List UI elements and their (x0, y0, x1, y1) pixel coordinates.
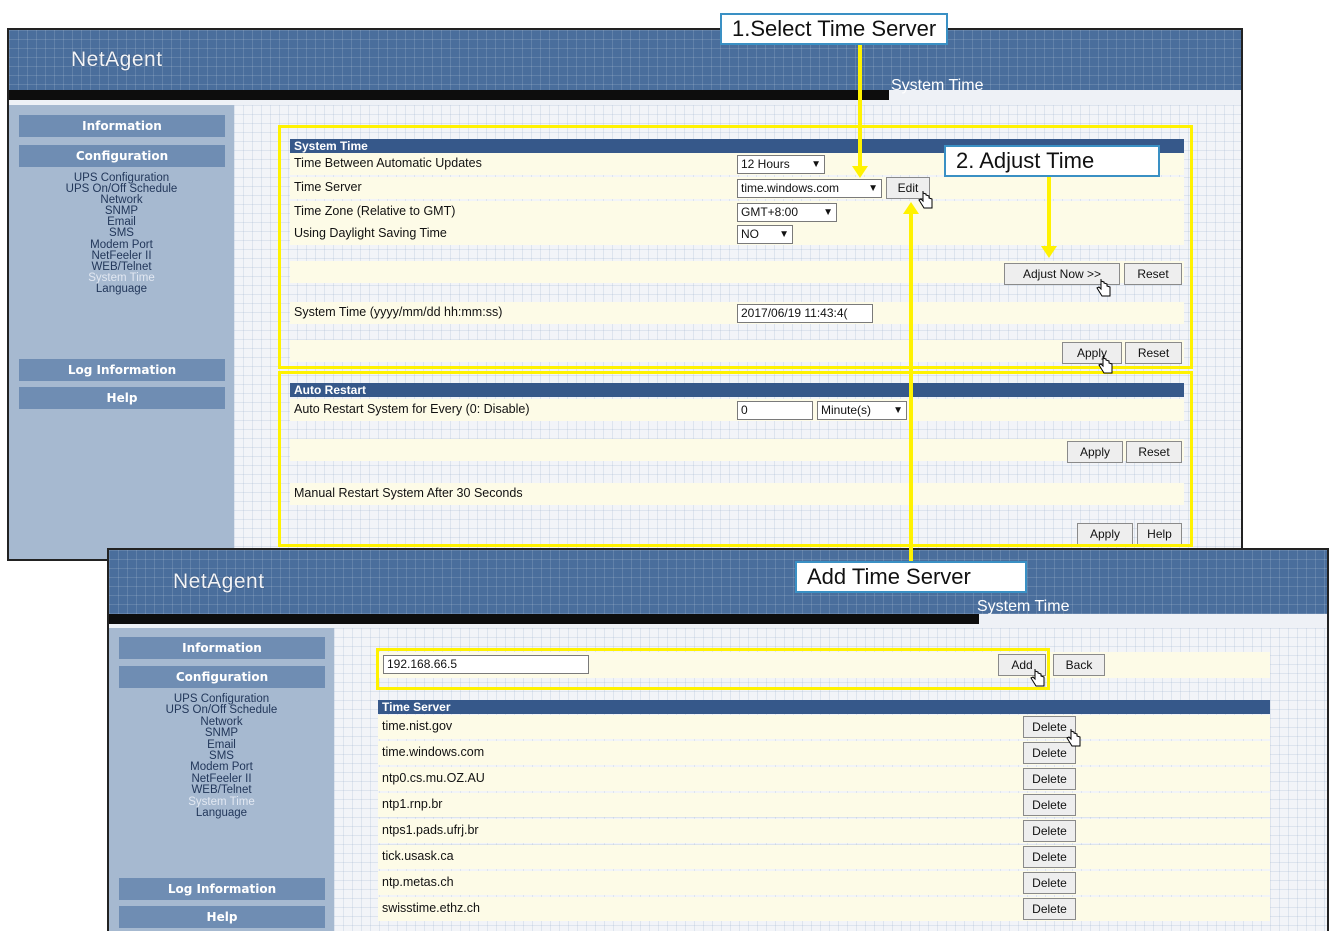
time-server-row: ntp.metas.ch Delete (378, 871, 1270, 895)
sidebar-link-modem-port[interactable]: Modem Port (9, 239, 234, 251)
back-button[interactable]: Back (1053, 654, 1105, 676)
hand-cursor-icon (1098, 356, 1113, 374)
callout-add-time-server: Add Time Server (795, 561, 1027, 593)
header-black-bar (9, 90, 889, 100)
time-server-name: ntp0.cs.mu.OZ.AU (382, 771, 485, 785)
sidebar-item-help-2[interactable]: Help (119, 906, 325, 928)
time-server-name: tick.usask.ca (382, 849, 454, 863)
callout-select-time-server: 1.Select Time Server (720, 13, 949, 45)
sidebar-item-log-information[interactable]: Log Information (19, 359, 225, 381)
delete-button[interactable]: Delete (1023, 820, 1076, 842)
sidebar-link-snmp[interactable]: SNMP (109, 727, 334, 739)
header-banner (9, 30, 1241, 90)
highlight-auto-restart (278, 371, 1193, 547)
delete-button[interactable]: Delete (1023, 898, 1076, 920)
header-black-bar-2 (109, 614, 979, 624)
sidebar: Information Configuration UPS Configurat… (9, 105, 234, 559)
sidebar-link-sms[interactable]: SMS (9, 228, 234, 240)
time-server-row: swisstime.ethz.ch Delete (378, 897, 1270, 921)
time-server-name: time.nist.gov (382, 719, 453, 733)
header-banner-2 (109, 550, 1327, 614)
arrow-adjust-head (1041, 246, 1057, 258)
hand-cursor-icon (1096, 279, 1111, 297)
hand-cursor-icon (1030, 669, 1045, 687)
sidebar-link-web-telnet[interactable]: WEB/Telnet (109, 784, 334, 796)
sidebar-item-information-2[interactable]: Information (119, 637, 325, 659)
time-server-name: swisstime.ethz.ch (382, 901, 480, 915)
sidebar-link-language[interactable]: Language (109, 807, 334, 819)
arrow-adjust-line (1047, 177, 1051, 247)
delete-button[interactable]: Delete (1023, 794, 1076, 816)
sidebar-config-links-2: UPS Configuration UPS On/Off Schedule Ne… (109, 693, 334, 819)
sidebar-item-configuration-2[interactable]: Configuration (119, 666, 325, 688)
sidebar-item-configuration[interactable]: Configuration (19, 145, 225, 167)
arrow-add-server-line (909, 213, 913, 565)
sidebar-item-help[interactable]: Help (19, 387, 225, 409)
sidebar-item-information[interactable]: Information (19, 115, 225, 137)
time-server-name: ntps1.pads.ufrj.br (382, 823, 479, 837)
time-server-row: ntps1.pads.ufrj.br Delete (378, 819, 1270, 843)
arrow-select-server-head (852, 166, 868, 178)
time-server-list-header: Time Server (378, 700, 1270, 714)
bottom-window: NetAgent System Time Information Configu… (107, 548, 1329, 931)
highlight-add-server (376, 648, 1050, 690)
time-server-row: tick.usask.ca Delete (378, 845, 1270, 869)
time-server-row: ntp0.cs.mu.OZ.AU Delete (378, 767, 1270, 791)
sidebar-item-log-information-2[interactable]: Log Information (119, 878, 325, 900)
delete-button[interactable]: Delete (1023, 846, 1076, 868)
delete-button[interactable]: Delete (1023, 768, 1076, 790)
time-server-row: time.nist.gov Delete (378, 715, 1270, 739)
sidebar-link-language[interactable]: Language (9, 283, 234, 295)
time-server-name: ntp.metas.ch (382, 875, 454, 889)
page-title: System Time (891, 77, 984, 94)
sidebar-config-links: UPS Configuration UPS On/Off Schedule Ne… (9, 172, 234, 295)
page-title-2: System Time (977, 598, 1070, 615)
time-server-row: ntp1.rnp.br Delete (378, 793, 1270, 817)
time-server-name: time.windows.com (382, 745, 485, 759)
arrow-select-server-line (858, 45, 862, 167)
delete-button[interactable]: Delete (1023, 872, 1076, 894)
netagent-logo-2: NetAgent (173, 570, 265, 593)
hand-cursor-icon (918, 191, 933, 209)
sidebar-2: Information Configuration UPS Configurat… (109, 628, 334, 931)
time-server-name: ntp1.rnp.br (382, 797, 443, 811)
callout-adjust-time: 2. Adjust Time (944, 145, 1160, 177)
hand-cursor-icon (1066, 729, 1081, 747)
netagent-logo: NetAgent (71, 48, 163, 71)
time-server-row: time.windows.com Delete (378, 741, 1270, 765)
